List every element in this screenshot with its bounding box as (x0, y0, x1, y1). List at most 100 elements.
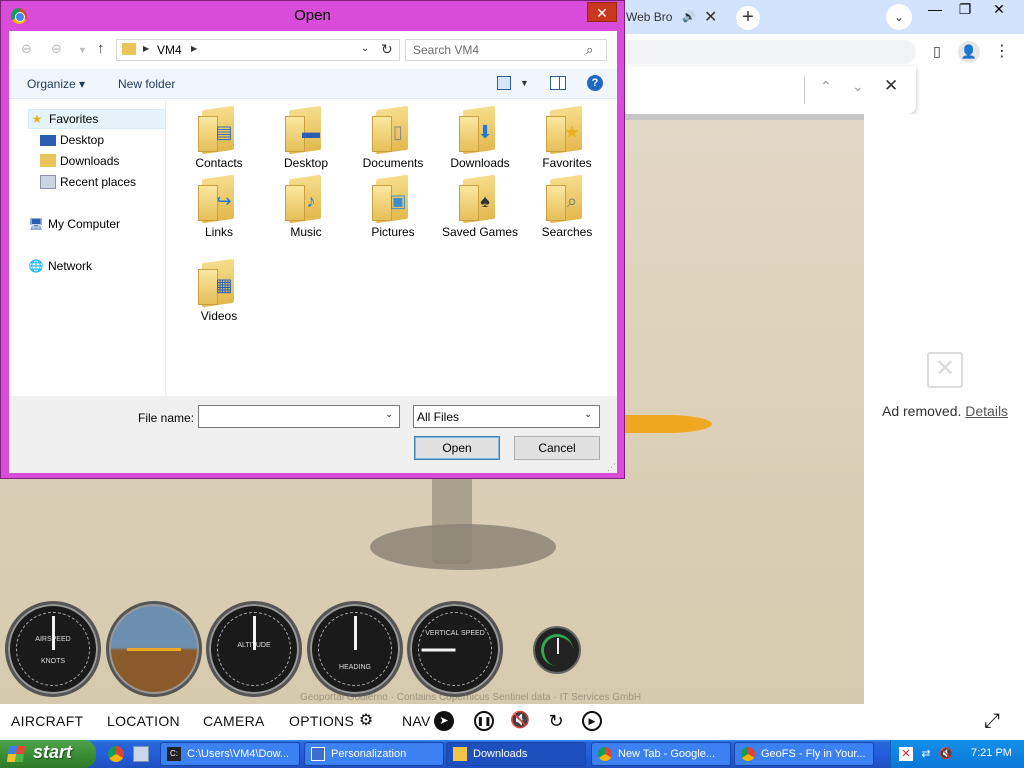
chevron-down-icon[interactable]: ⌄ (584, 409, 592, 420)
minimize-button[interactable]: — (920, 0, 950, 20)
clock[interactable]: 7:21 PM (971, 747, 1012, 759)
path-breadcrumb[interactable]: ▶ VM4 ▶ ⌄ ↻ (116, 39, 400, 61)
chevron-right-icon[interactable]: ▶ (191, 44, 197, 53)
address-bar[interactable] (620, 40, 916, 64)
chevron-down-icon[interactable]: ⌄ (385, 409, 393, 420)
new-folder-button[interactable]: New folder (118, 77, 175, 91)
folder-item-saved-games[interactable]: ♠ Saved Games (438, 174, 522, 249)
profile-avatar[interactable]: 👤 (958, 41, 980, 63)
folder-item-links[interactable]: ↪ Links (177, 174, 261, 249)
gauge-needle (52, 616, 55, 650)
folder-item-contacts[interactable]: ▤ Contacts (177, 105, 261, 180)
folder-item-downloads[interactable]: ⬇ Downloads (438, 105, 522, 180)
window-close-button[interactable]: ✕ (984, 0, 1014, 20)
chrome-quicklaunch-icon[interactable] (108, 746, 124, 762)
preview-pane-icon[interactable] (550, 76, 566, 90)
browser-tab[interactable]: Web Bro 🔊 ✕ (620, 3, 726, 34)
find-next-button[interactable]: ⌄ (852, 78, 864, 95)
folder-item-pictures[interactable]: ▣ Pictures (351, 174, 435, 249)
refresh-icon[interactable]: ↻ (381, 41, 393, 58)
altimeter-gauge: ALTITUDE (206, 601, 302, 697)
chevron-right-icon[interactable]: ▶ (143, 44, 149, 53)
compass-icon[interactable]: ➤ (434, 711, 454, 731)
new-tab-button[interactable]: + (736, 6, 760, 30)
security-alert-icon[interactable]: ✕ (899, 747, 913, 761)
back-icon[interactable]: ⊖ (21, 41, 32, 57)
chevron-down-icon[interactable]: ▼ (520, 78, 529, 88)
location-menu[interactable]: LOCATION (107, 713, 180, 729)
forward-icon[interactable]: ⊖ (51, 41, 62, 57)
favorites-folder-icon: ★ (546, 105, 586, 155)
navigation-pane: ★ Favorites Desktop Downloads Recent pla… (9, 100, 166, 396)
nav-menu[interactable]: NAV (402, 713, 431, 729)
folder-item-searches[interactable]: ⌕ Searches (525, 174, 609, 249)
ad-removed-label: Ad removed. (882, 403, 962, 419)
file-type-value: All Files (417, 410, 460, 424)
videos-folder-icon: ▦ (198, 258, 238, 308)
dialog-close-button[interactable]: ✕ (587, 2, 617, 22)
open-button[interactable]: Open (414, 436, 500, 460)
organize-button[interactable]: Organize ▾ (27, 77, 85, 91)
file-type-select[interactable]: All Files ⌄ (413, 405, 600, 428)
airspeed-gauge: AIRSPEED KNOTS (5, 601, 101, 697)
tab-close-icon[interactable]: ✕ (704, 7, 717, 27)
taskbar-item-new-tab[interactable]: New Tab - Google... (591, 742, 731, 766)
taskbar-item-command-prompt[interactable]: C: C:\Users\VM4\Dow... (160, 742, 300, 766)
task-label: New Tab - Google... (618, 748, 716, 760)
play-icon[interactable]: ▶ (582, 711, 602, 731)
side-panel-icon[interactable]: ▯ (928, 43, 946, 59)
reset-icon[interactable]: ↻ (546, 711, 566, 731)
tree-label: Downloads (60, 154, 120, 168)
contacts-folder-icon: ▤ (198, 105, 238, 155)
open-file-dialog: Open ✕ ⊖ ⊖ ▼ ↑ ▶ VM4 ▶ ⌄ ↻ Search VM4 ⌕ … (0, 0, 625, 479)
folder-label: Searches (541, 225, 593, 239)
network-icon: 🌐 (28, 259, 44, 273)
ad-details-link[interactable]: Details (965, 403, 1008, 419)
search-icon[interactable]: ⌕ (586, 42, 593, 58)
taskbar-item-downloads[interactable]: Downloads (446, 742, 586, 766)
pause-icon[interactable]: ❚❚ (474, 711, 494, 731)
task-label: GeoFS - Fly in Your... (761, 748, 866, 760)
options-menu[interactable]: OPTIONS (289, 713, 354, 729)
recent-places-icon (40, 175, 56, 189)
restore-button[interactable]: ❐ (950, 0, 980, 20)
help-icon[interactable]: ? (587, 75, 603, 91)
folder-item-favorites[interactable]: ★ Favorites (525, 105, 609, 180)
tab-search-button[interactable]: ⌄ (886, 4, 912, 30)
search-input[interactable]: Search VM4 ⌕ (405, 39, 607, 61)
resize-grip-icon[interactable]: ⋰ (607, 462, 616, 473)
gauge-needle (354, 616, 357, 650)
gauge-needle (253, 616, 256, 650)
folder-label: Music (290, 225, 322, 239)
network-icon[interactable]: ⇄ (919, 747, 933, 761)
file-name-field[interactable]: ⌄ (198, 405, 400, 428)
recent-locations-icon[interactable]: ▼ (78, 45, 87, 55)
find-close-button[interactable]: ✕ (884, 76, 898, 96)
menu-icon[interactable]: ⋮ (994, 41, 1010, 61)
folder-item-documents[interactable]: ▯ Documents (351, 105, 435, 180)
gear-icon[interactable]: ⚙ (356, 711, 376, 731)
folder-item-music[interactable]: ♪ Music (264, 174, 348, 249)
volume-muted-icon[interactable]: 🔇 (939, 747, 953, 761)
explorer-quicklaunch-icon[interactable] (133, 746, 149, 762)
taskbar-item-personalization[interactable]: Personalization (304, 742, 444, 766)
chevron-down-icon[interactable]: ⌄ (361, 43, 369, 54)
folder-label: Desktop (283, 156, 329, 170)
breadcrumb-item[interactable]: VM4 (157, 43, 182, 57)
folder-item-desktop[interactable]: ▬ Desktop (264, 105, 348, 180)
cancel-button[interactable]: Cancel (514, 436, 600, 460)
folder-item-videos[interactable]: ▦ Videos (177, 258, 261, 333)
folder-label: Contacts (195, 156, 243, 170)
find-previous-button[interactable]: ⌃ (820, 78, 832, 95)
gauge-needle (557, 638, 559, 654)
fullscreen-icon[interactable]: ⤢ (982, 711, 1002, 731)
taskbar-item-geofs[interactable]: GeoFS - Fly in Your... (734, 742, 874, 766)
mute-icon[interactable]: 🔇 (510, 711, 530, 731)
view-options-icon[interactable] (497, 76, 511, 90)
up-arrow-icon[interactable]: ↑ (97, 40, 105, 57)
camera-menu[interactable]: CAMERA (203, 713, 265, 729)
start-button[interactable]: start (0, 740, 96, 768)
tree-item-favorites[interactable]: ★ Favorites (28, 109, 166, 129)
aircraft-menu[interactable]: AIRCRAFT (11, 713, 83, 729)
dialog-titlebar[interactable]: Open ✕ (1, 1, 624, 31)
